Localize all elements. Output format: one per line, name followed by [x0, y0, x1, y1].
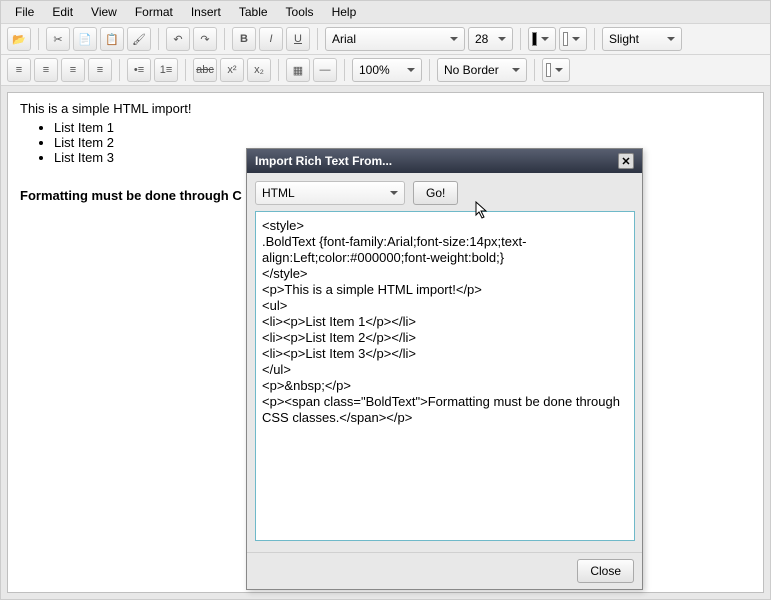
list-item: List Item 1: [54, 120, 751, 135]
color-swatch-white: [563, 32, 568, 46]
number-list-icon[interactable]: 1≡: [154, 58, 178, 82]
italic-button[interactable]: I: [259, 27, 283, 51]
source-textarea[interactable]: [255, 211, 635, 541]
hinting-select[interactable]: Slight: [602, 27, 682, 51]
divider: [278, 59, 279, 81]
color-swatch: [546, 63, 551, 77]
dialog-footer: Close: [247, 552, 642, 589]
table-icon[interactable]: ▦: [286, 58, 310, 82]
divider: [317, 28, 318, 50]
doc-paragraph: This is a simple HTML import!: [20, 101, 751, 116]
menu-view[interactable]: View: [83, 3, 125, 21]
format-select[interactable]: HTML: [255, 181, 405, 205]
divider: [344, 59, 345, 81]
divider: [224, 28, 225, 50]
divider: [119, 59, 120, 81]
toolbar-row-2: ≡ ≡ ≡ ≡ •≡ 1≡ abc x² x₂ ▦ — 100% No Bord…: [1, 55, 770, 86]
border-select[interactable]: No Border: [437, 58, 527, 82]
color-swatch-black: [532, 32, 537, 46]
hr-icon[interactable]: —: [313, 58, 337, 82]
paste-icon[interactable]: 📋: [100, 27, 124, 51]
border-color-select[interactable]: [542, 58, 570, 82]
cut-icon[interactable]: ✂: [46, 27, 70, 51]
fill-color-select[interactable]: [559, 27, 587, 51]
dialog-body: HTML Go!: [247, 173, 642, 552]
open-icon[interactable]: 📂: [7, 27, 31, 51]
bold-button[interactable]: B: [232, 27, 256, 51]
align-right-icon[interactable]: ≡: [61, 58, 85, 82]
font-select[interactable]: Arial: [325, 27, 465, 51]
fontsize-select[interactable]: 28: [468, 27, 513, 51]
bullet-list-icon[interactable]: •≡: [127, 58, 151, 82]
menu-insert[interactable]: Insert: [183, 3, 229, 21]
zoom-select[interactable]: 100%: [352, 58, 422, 82]
divider: [520, 28, 521, 50]
dialog-title-text: Import Rich Text From...: [255, 154, 392, 168]
menu-edit[interactable]: Edit: [44, 3, 81, 21]
menu-help[interactable]: Help: [324, 3, 365, 21]
divider: [185, 59, 186, 81]
brush-icon[interactable]: 🖌: [127, 27, 151, 51]
import-dialog: Import Rich Text From... ✕ HTML Go! Clos…: [246, 148, 643, 590]
close-icon[interactable]: ✕: [618, 153, 634, 169]
align-left-icon[interactable]: ≡: [7, 58, 31, 82]
redo-icon[interactable]: ↷: [193, 27, 217, 51]
menu-file[interactable]: File: [7, 3, 42, 21]
divider: [158, 28, 159, 50]
subscript-icon[interactable]: x²: [220, 58, 244, 82]
align-justify-icon[interactable]: ≡: [88, 58, 112, 82]
dialog-titlebar[interactable]: Import Rich Text From... ✕: [247, 149, 642, 173]
menu-table[interactable]: Table: [231, 3, 276, 21]
strikethrough-icon[interactable]: abc: [193, 58, 217, 82]
toolbar-row-1: 📂 ✂ 📄 📋 🖌 ↶ ↷ B I U Arial 28 Slight: [1, 24, 770, 55]
divider: [594, 28, 595, 50]
superscript-icon[interactable]: x₂: [247, 58, 271, 82]
menu-format[interactable]: Format: [127, 3, 181, 21]
go-button[interactable]: Go!: [413, 181, 458, 205]
copy-icon[interactable]: 📄: [73, 27, 97, 51]
font-color-select[interactable]: [528, 27, 556, 51]
menubar: File Edit View Format Insert Table Tools…: [1, 1, 770, 24]
underline-button[interactable]: U: [286, 27, 310, 51]
undo-icon[interactable]: ↶: [166, 27, 190, 51]
align-center-icon[interactable]: ≡: [34, 58, 58, 82]
divider: [429, 59, 430, 81]
divider: [38, 28, 39, 50]
close-button[interactable]: Close: [577, 559, 634, 583]
menu-tools[interactable]: Tools: [278, 3, 322, 21]
divider: [534, 59, 535, 81]
